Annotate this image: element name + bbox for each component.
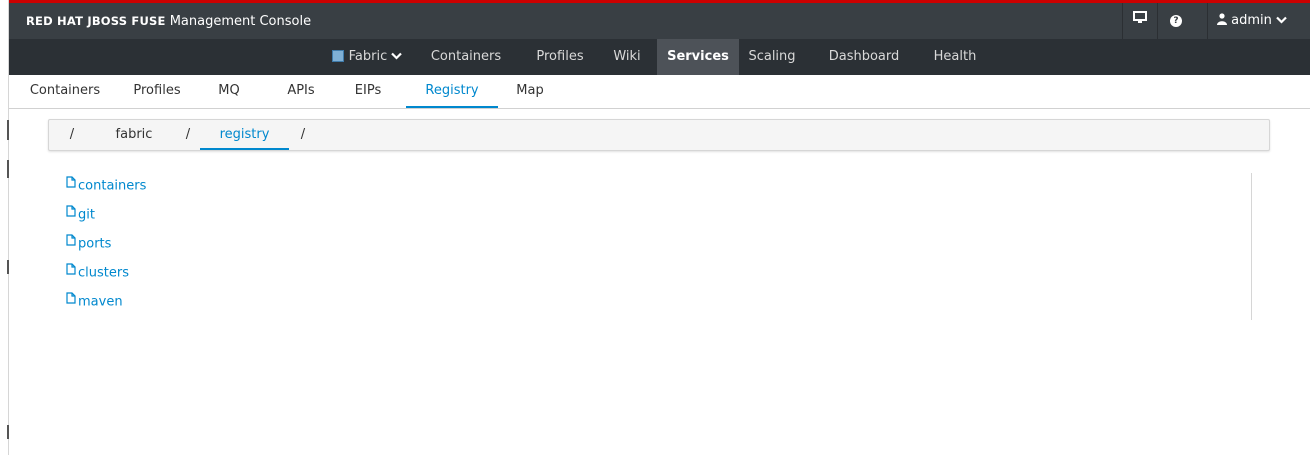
question-circle-icon: ? [1170, 14, 1182, 27]
tab-profiles[interactable]: Profiles [126, 75, 188, 107]
fabric-icon [331, 49, 344, 62]
file-name: clusters [78, 265, 129, 281]
tab-containers[interactable]: Containers [25, 75, 105, 107]
breadcrumb-fabric[interactable]: fabric [107, 120, 161, 150]
nav-containers[interactable]: Containers [421, 39, 511, 75]
file-name: git [78, 207, 95, 223]
list-item[interactable]: ports [66, 234, 146, 263]
tab-registry[interactable]: Registry [406, 75, 498, 108]
monitor-icon [1133, 11, 1147, 28]
file-icon [66, 233, 76, 253]
brand-name: RED HAT JBOSS FUSE [26, 14, 166, 28]
chevron-down-icon [391, 49, 403, 64]
help-button[interactable]: ? [1157, 3, 1194, 39]
file-icon [66, 262, 76, 282]
nav-scaling[interactable]: Scaling [740, 39, 804, 75]
user-menu[interactable]: admin [1207, 3, 1310, 39]
edge-mark [7, 425, 9, 439]
main-nav: Fabric Containers Profiles Wiki Services… [9, 39, 1310, 75]
tab-map[interactable]: Map [512, 75, 548, 107]
user-name: admin [1231, 13, 1272, 28]
list-item[interactable]: maven [66, 292, 146, 321]
breadcrumb-separator: / [300, 127, 306, 142]
edge-mark [7, 260, 9, 274]
file-icon [66, 175, 76, 195]
file-icon [66, 204, 76, 224]
brand-subtitle: Management Console [169, 14, 312, 29]
breadcrumb-root[interactable]: / [61, 120, 83, 150]
nav-dashboard[interactable]: Dashboard [819, 39, 909, 75]
file-name: containers [78, 178, 147, 194]
nav-wiki[interactable]: Wiki [605, 39, 649, 75]
file-icon [66, 291, 76, 311]
brand-bar: RED HAT JBOSS FUSE Management Console ? … [9, 3, 1310, 39]
breadcrumb: / fabric / registry / [48, 119, 1270, 151]
sub-tabs: Containers Profiles MQ APIs EIPs Registr… [9, 75, 1310, 109]
list-item[interactable]: containers [66, 176, 146, 205]
file-name: maven [78, 294, 123, 310]
content-divider [1251, 173, 1252, 320]
edge-mark [7, 160, 9, 178]
nav-health[interactable]: Health [924, 39, 986, 75]
file-name: ports [78, 236, 112, 252]
nav-fabric-dropdown[interactable]: Fabric [315, 39, 419, 75]
file-list: containers git ports clusters maven [66, 176, 146, 321]
breadcrumb-separator: / [185, 127, 191, 142]
monitor-button[interactable] [1122, 3, 1157, 39]
brand-logo[interactable]: RED HAT JBOSS FUSE Management Console [26, 3, 311, 39]
tab-eips[interactable]: EIPs [350, 75, 386, 107]
edge-mark [7, 120, 9, 140]
list-item[interactable]: git [66, 205, 146, 234]
nav-services[interactable]: Services [657, 39, 739, 75]
nav-fabric-label: Fabric [348, 49, 388, 64]
user-icon [1217, 13, 1231, 28]
nav-profiles[interactable]: Profiles [521, 39, 599, 75]
breadcrumb-registry[interactable]: registry [200, 120, 289, 150]
chevron-down-icon [1276, 13, 1287, 28]
tab-apis[interactable]: APIs [285, 75, 317, 107]
list-item[interactable]: clusters [66, 263, 146, 292]
window-left-edge [0, 0, 9, 455]
tab-mq[interactable]: MQ [212, 75, 246, 107]
